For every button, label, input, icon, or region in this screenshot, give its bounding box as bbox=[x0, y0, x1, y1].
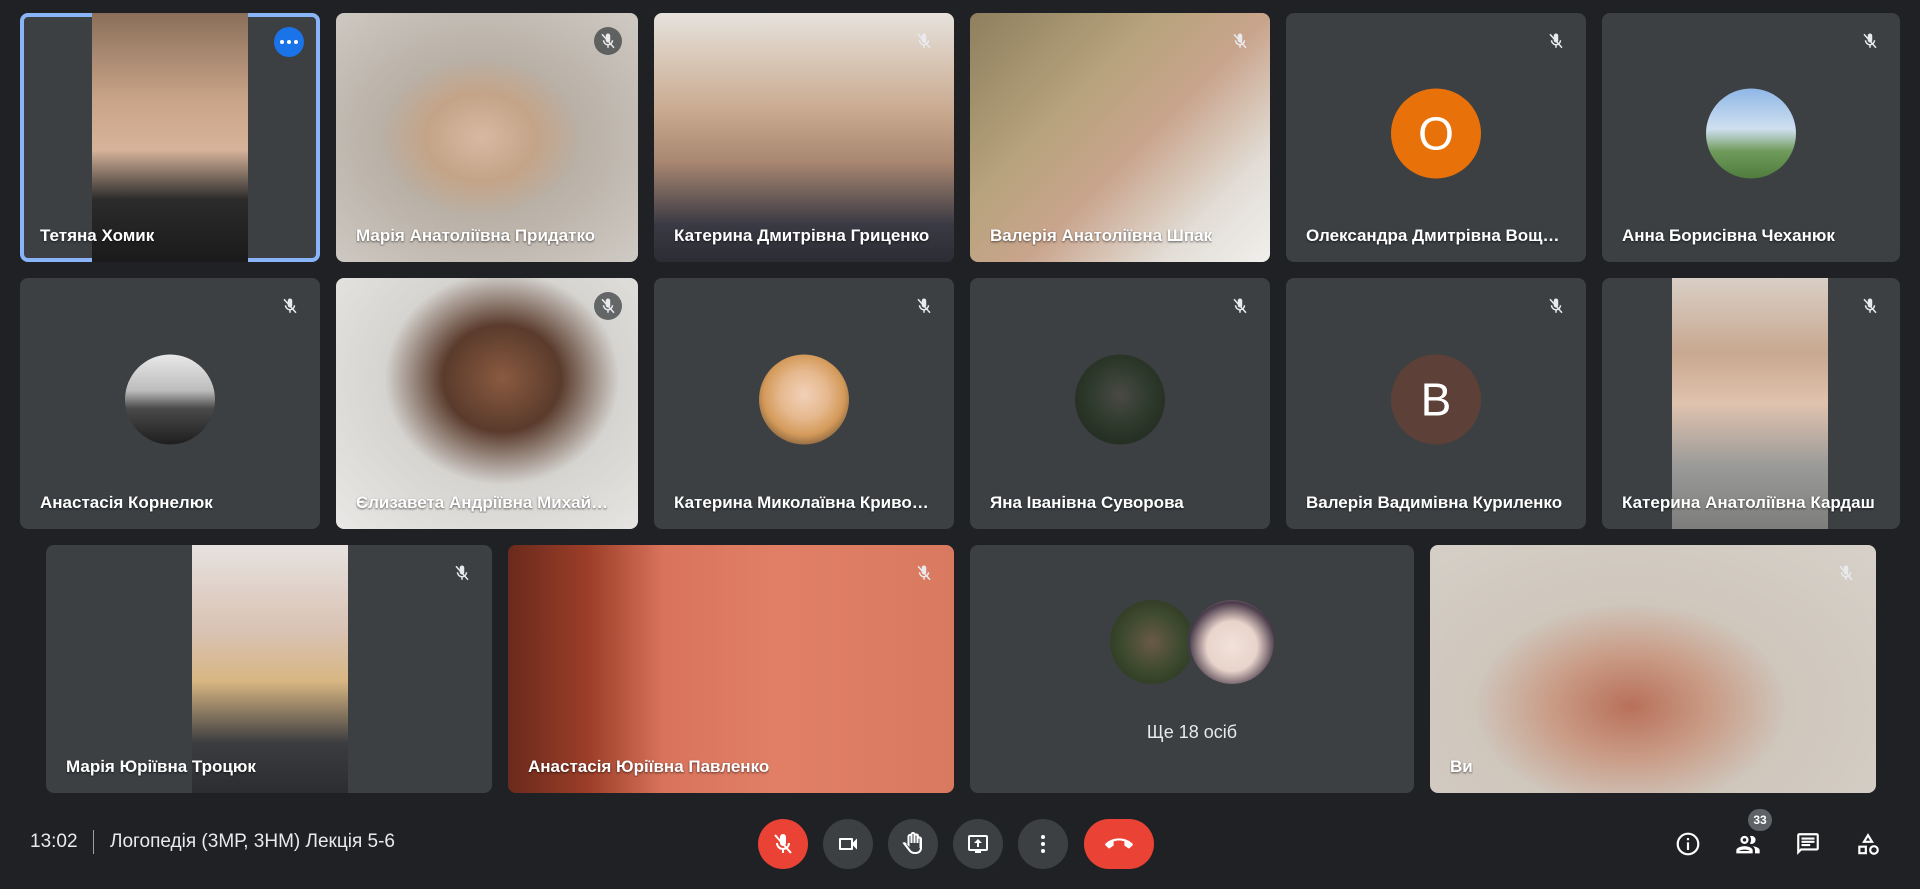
mic-off-icon bbox=[1856, 27, 1884, 55]
participant-name: Яна Іванівна Суворова bbox=[990, 493, 1184, 512]
photo-avatar bbox=[1075, 354, 1165, 444]
camera-icon bbox=[839, 838, 857, 850]
participant-tile[interactable]: Валерія Анатоліївна Шпак bbox=[970, 13, 1270, 262]
meeting-clock: 13:02 bbox=[30, 831, 78, 852]
mic-off-icon bbox=[1542, 27, 1570, 55]
chat-button[interactable] bbox=[1792, 828, 1824, 860]
participant-grid: Тетяна Хомик Марія Анатоліївна Придатко … bbox=[0, 0, 1920, 800]
activities-button[interactable] bbox=[1852, 828, 1884, 860]
mic-off-icon bbox=[910, 559, 938, 587]
participant-video bbox=[508, 545, 954, 793]
more-vert-icon bbox=[1041, 835, 1045, 853]
participant-video bbox=[970, 13, 1270, 262]
mic-off-icon bbox=[448, 559, 476, 587]
participant-tile[interactable]: Марія Юріївна Троцюк bbox=[46, 545, 492, 793]
mic-off-icon bbox=[1226, 292, 1254, 320]
participant-video bbox=[336, 13, 638, 262]
info-icon bbox=[1676, 832, 1700, 856]
participant-name: Ви bbox=[1450, 757, 1473, 776]
mic-off-icon bbox=[276, 292, 304, 320]
participant-tile[interactable]: Єлизавета Андріївна Михайлюк bbox=[336, 278, 638, 529]
avatar bbox=[1187, 597, 1277, 687]
present-screen-button[interactable] bbox=[953, 819, 1003, 869]
present-icon bbox=[968, 835, 988, 853]
avatar bbox=[1107, 597, 1197, 687]
toggle-mic-button[interactable] bbox=[758, 819, 808, 869]
participant-video bbox=[92, 13, 248, 262]
raise-hand-button[interactable] bbox=[888, 819, 938, 869]
participant-tile[interactable]: Тетяна Хомик bbox=[20, 13, 320, 262]
participant-name: Марія Юріївна Троцюк bbox=[66, 757, 256, 776]
participant-tile[interactable]: Катерина Дмитрівна Гриценко bbox=[654, 13, 954, 262]
participant-tile[interactable]: О Олександра Дмитрівна Вощенко bbox=[1286, 13, 1586, 262]
participant-name: Єлизавета Андріївна Михайлюк bbox=[356, 493, 618, 512]
people-icon bbox=[1736, 835, 1760, 854]
divider bbox=[93, 830, 94, 854]
mic-off-icon bbox=[774, 834, 792, 854]
participant-tile[interactable]: Катерина Миколаївна Кривошеєва bbox=[654, 278, 954, 529]
participant-name: Катерина Анатоліївна Кардаш bbox=[1622, 493, 1875, 512]
hang-up-icon bbox=[1105, 838, 1133, 849]
photo-avatar bbox=[1706, 88, 1796, 178]
mic-off-icon bbox=[910, 27, 938, 55]
mic-off-icon bbox=[594, 27, 622, 55]
more-options-button[interactable] bbox=[1018, 819, 1068, 869]
participant-tile[interactable]: Ви bbox=[1430, 545, 1876, 793]
participant-video bbox=[654, 13, 954, 262]
participant-name: Катерина Дмитрівна Гриценко bbox=[674, 226, 930, 245]
participant-video bbox=[192, 545, 348, 793]
participant-name: Валерія Анатоліївна Шпак bbox=[990, 226, 1213, 245]
participant-tile[interactable]: Катерина Анатоліївна Кардаш bbox=[1602, 278, 1900, 529]
activities-icon bbox=[1858, 833, 1879, 855]
control-bar: 13:02 Логопедія (3МР, 3НМ) Лекція 5-6 bbox=[0, 800, 1920, 889]
participant-tile[interactable]: Анастасія Юріївна Павленко bbox=[508, 545, 954, 793]
participant-tile[interactable]: Анна Борисівна Чеханюк bbox=[1602, 13, 1900, 262]
participant-name: Анастасія Юріївна Павленко bbox=[528, 757, 770, 776]
letter-avatar: В bbox=[1391, 354, 1481, 444]
photo-avatar bbox=[759, 354, 849, 444]
show-everyone-button[interactable] bbox=[1732, 828, 1764, 860]
more-participants-tile[interactable]: Ще 18 осіб bbox=[970, 545, 1414, 793]
participant-tile[interactable]: В Валерія Вадимівна Куриленко bbox=[1286, 278, 1586, 529]
meeting-title: Логопедія (3МР, 3НМ) Лекція 5-6 bbox=[110, 831, 395, 852]
participant-tile[interactable]: Анастасія Корнелюк bbox=[20, 278, 320, 529]
participant-video bbox=[1672, 278, 1828, 529]
participant-video bbox=[336, 278, 638, 529]
participant-name: Олександра Дмитрівна Вощенко bbox=[1306, 226, 1566, 245]
more-participants-label: Ще 18 осіб bbox=[1146, 722, 1238, 742]
mic-off-icon bbox=[594, 292, 622, 320]
mic-off-icon bbox=[1226, 27, 1254, 55]
mic-off-icon bbox=[1856, 292, 1884, 320]
participant-name: Катерина Миколаївна Кривошеєва bbox=[674, 493, 934, 512]
participant-tile[interactable]: Марія Анатоліївна Придатко bbox=[336, 13, 638, 262]
participant-name: Анастасія Корнелюк bbox=[40, 493, 213, 512]
participant-video bbox=[1430, 545, 1876, 793]
participant-name: Валерія Вадимівна Куриленко bbox=[1306, 493, 1563, 512]
more-options-icon[interactable] bbox=[274, 27, 304, 57]
chat-icon bbox=[1797, 833, 1819, 855]
photo-avatar bbox=[125, 354, 215, 444]
participant-name: Тетяна Хомик bbox=[40, 226, 155, 245]
letter-avatar: О bbox=[1391, 88, 1481, 178]
meeting-details-button[interactable] bbox=[1672, 828, 1704, 860]
avatar-stack bbox=[1107, 597, 1277, 687]
mic-off-icon bbox=[910, 292, 938, 320]
mic-off-icon bbox=[1542, 292, 1570, 320]
participant-name: Анна Борисівна Чеханюк bbox=[1622, 226, 1835, 245]
toggle-camera-button[interactable] bbox=[823, 819, 873, 869]
leave-call-button[interactable] bbox=[1084, 819, 1154, 869]
participant-name: Марія Анатоліївна Придатко bbox=[356, 226, 596, 245]
mic-off-icon bbox=[1832, 559, 1860, 587]
people-count-badge: 33 bbox=[1748, 809, 1772, 831]
raise-hand-icon bbox=[902, 832, 922, 854]
participant-tile[interactable]: Яна Іванівна Суворова bbox=[970, 278, 1270, 529]
